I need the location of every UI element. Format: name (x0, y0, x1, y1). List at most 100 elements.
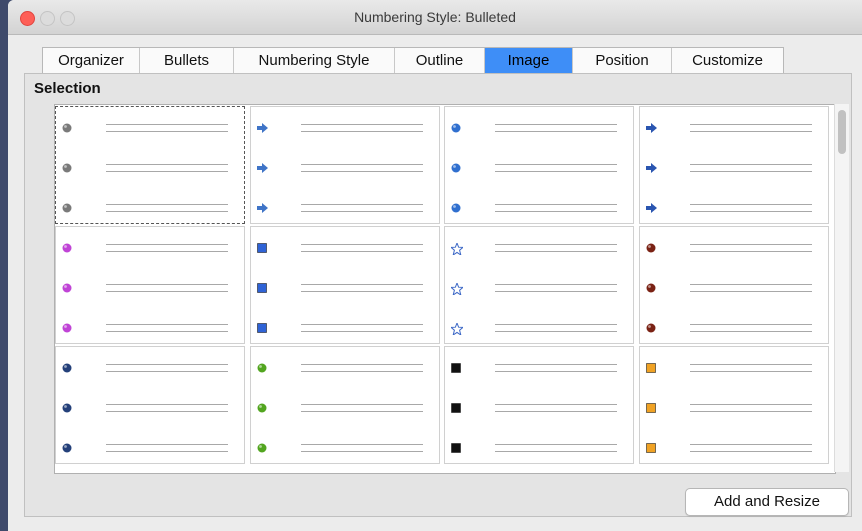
bullet-style-option[interactable] (639, 106, 829, 224)
tab-customize[interactable]: Customize (672, 48, 783, 74)
bullet-style-option[interactable] (444, 226, 634, 344)
blue-square-icon (257, 283, 267, 293)
preview-line (56, 119, 244, 139)
preview-text-line (106, 171, 228, 172)
window-title: Numbering Style: Bulleted (354, 9, 516, 25)
preview-line (640, 239, 828, 259)
pink-sphere-icon (62, 283, 72, 293)
bullet-style-option[interactable] (250, 106, 440, 224)
tab-image[interactable]: Image (485, 48, 573, 74)
tab-organizer[interactable]: Organizer (43, 48, 140, 74)
green-sphere-icon (257, 443, 267, 453)
scroll-thumb[interactable] (838, 110, 846, 154)
preview-line (445, 159, 633, 179)
add-and-resize-button[interactable]: Add and Resize (685, 488, 849, 516)
preview-text-line (690, 244, 812, 245)
preview-text-line (106, 451, 228, 452)
preview-text-line (495, 284, 617, 285)
preview-text-line (495, 164, 617, 165)
tab-bullets[interactable]: Bullets (140, 48, 234, 74)
preview-text-line (106, 411, 228, 412)
preview-text-line (690, 324, 812, 325)
preview-text-line (106, 204, 228, 205)
gray-sphere-icon (62, 163, 72, 173)
preview-line (445, 359, 633, 379)
black-square-icon (451, 363, 461, 373)
preview-text-line (106, 131, 228, 132)
preview-text-line (690, 444, 812, 445)
orange-square-icon (646, 443, 656, 453)
preview-text-line (106, 444, 228, 445)
grid-scrollbar[interactable] (834, 104, 849, 472)
bullet-style-option[interactable] (639, 226, 829, 344)
preview-text-line (690, 331, 812, 332)
preview-text-line (495, 244, 617, 245)
green-sphere-icon (257, 363, 267, 373)
preview-text-line (495, 444, 617, 445)
preview-text-line (106, 251, 228, 252)
preview-text-line (690, 251, 812, 252)
preview-text-line (495, 291, 617, 292)
blue-square-icon (257, 243, 267, 253)
bullet-style-option[interactable] (55, 346, 245, 464)
preview-text-line (301, 124, 423, 125)
preview-text-line (495, 371, 617, 372)
tab-bar: Organizer Bullets Numbering Style Outlin… (42, 47, 784, 74)
preview-text-line (301, 131, 423, 132)
preview-line (56, 399, 244, 419)
preview-text-line (495, 451, 617, 452)
gray-sphere-icon (62, 123, 72, 133)
preview-line (640, 319, 828, 339)
bullet-style-option[interactable] (250, 346, 440, 464)
preview-text-line (106, 404, 228, 405)
preview-text-line (301, 284, 423, 285)
blue-sphere-icon (451, 203, 461, 213)
preview-text-line (690, 124, 812, 125)
tab-numbering-style[interactable]: Numbering Style (234, 48, 395, 74)
navy-sphere-icon (62, 403, 72, 413)
blue-square-icon (257, 323, 267, 333)
preview-line (251, 199, 439, 219)
preview-line (640, 439, 828, 459)
preview-line (56, 199, 244, 219)
preview-line (251, 399, 439, 419)
preview-text-line (301, 244, 423, 245)
preview-text-line (106, 331, 228, 332)
preview-text-line (301, 411, 423, 412)
tab-position[interactable]: Position (573, 48, 672, 74)
orange-square-icon (646, 403, 656, 413)
preview-text-line (301, 324, 423, 325)
bullet-style-option[interactable] (55, 106, 245, 224)
brown-sphere-icon (646, 243, 656, 253)
preview-line (251, 159, 439, 179)
preview-text-line (106, 244, 228, 245)
bullet-style-option[interactable] (444, 346, 634, 464)
selection-heading: Selection (34, 80, 101, 97)
preview-line (56, 319, 244, 339)
bullet-style-option[interactable] (444, 106, 634, 224)
preview-text-line (106, 211, 228, 212)
preview-text-line (690, 404, 812, 405)
preview-text-line (301, 291, 423, 292)
preview-line (445, 279, 633, 299)
bullet-style-option[interactable] (55, 226, 245, 344)
bullet-style-option[interactable] (250, 226, 440, 344)
blue-star-icon (451, 283, 463, 295)
preview-line (445, 319, 633, 339)
preview-line (56, 359, 244, 379)
preview-line (640, 399, 828, 419)
tab-outline[interactable]: Outline (395, 48, 485, 74)
brown-sphere-icon (646, 283, 656, 293)
preview-line (445, 439, 633, 459)
preview-line (56, 439, 244, 459)
preview-line (251, 359, 439, 379)
preview-text-line (690, 371, 812, 372)
blue-diamond-arrow-icon (646, 163, 657, 173)
preview-text-line (301, 331, 423, 332)
preview-text-line (301, 211, 423, 212)
bullet-style-option[interactable] (639, 346, 829, 464)
preview-line (56, 239, 244, 259)
preview-text-line (301, 251, 423, 252)
blue-arrow-icon (257, 123, 268, 133)
preview-text-line (301, 444, 423, 445)
